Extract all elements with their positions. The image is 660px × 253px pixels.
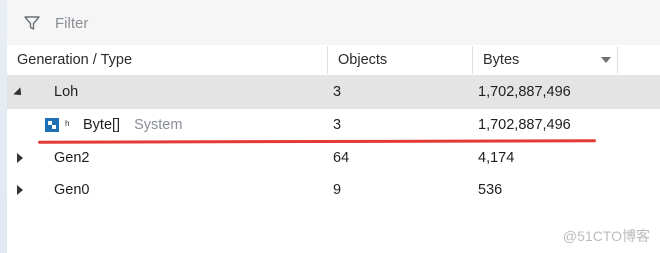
objects-cell: 64: [333, 150, 350, 166]
filter-icon: [24, 16, 40, 30]
column-divider[interactable]: [472, 46, 473, 74]
objects-cell: 3: [333, 84, 342, 100]
objects-cell: 3: [333, 117, 342, 133]
table-row-gen2[interactable]: Gen2 64 4,174: [7, 142, 660, 175]
expand-arrow-icon[interactable]: [17, 153, 23, 163]
namespace-label: System: [134, 117, 183, 133]
table-row-loh[interactable]: Loh 3 1,702,887,496: [7, 76, 660, 109]
column-header-bytes[interactable]: Bytes: [483, 45, 519, 75]
collapse-arrow-icon[interactable]: [13, 87, 25, 99]
table-header: Generation / Type Objects Bytes: [7, 45, 660, 76]
type-cell: Gen2: [54, 150, 90, 166]
filter-input[interactable]: [55, 12, 575, 34]
filter-bar: [7, 0, 660, 46]
type-cell: Byte[] System: [83, 109, 182, 142]
left-edge-strip: [0, 0, 7, 253]
column-header-objects[interactable]: Objects: [338, 45, 387, 75]
type-cell: Gen0: [54, 182, 90, 198]
table-row-gen0[interactable]: Gen0 9 536: [7, 174, 660, 207]
bytes-cell: 1,702,887,496: [478, 84, 571, 100]
column-divider[interactable]: [327, 46, 328, 74]
table-row-byte-array[interactable]: ʰ Byte[] System 3 1,702,887,496: [7, 109, 660, 142]
type-name: Byte[]: [83, 117, 121, 133]
reference-icon: ʰ: [65, 118, 70, 132]
type-cell: Loh: [54, 84, 79, 100]
bytes-cell: 4,174: [478, 150, 515, 166]
sort-descending-icon[interactable]: [601, 57, 611, 63]
objects-cell: 9: [333, 182, 342, 198]
column-divider[interactable]: [617, 46, 618, 74]
column-header-type[interactable]: Generation / Type: [17, 45, 132, 75]
bytes-cell: 1,702,887,496: [478, 117, 571, 133]
bytes-cell: 536: [478, 182, 503, 198]
expand-arrow-icon[interactable]: [17, 185, 23, 195]
watermark: @51CTO博客: [562, 228, 650, 244]
class-type-icon: [45, 118, 59, 132]
